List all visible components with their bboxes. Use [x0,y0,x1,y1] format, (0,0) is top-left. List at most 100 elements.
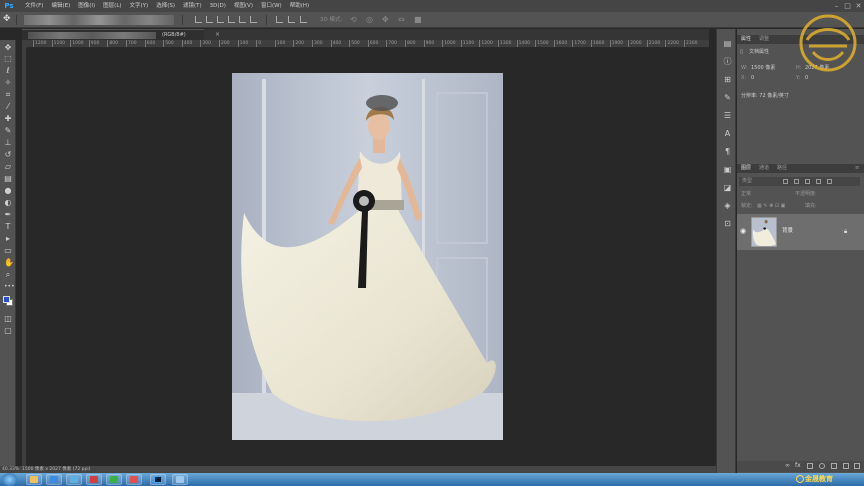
healing-brush-tool-icon[interactable]: ✚ [4,115,12,123]
width-value[interactable]: 1500 像素 [751,65,775,72]
align-right-icon[interactable] [250,16,257,23]
y-value[interactable]: 0 [805,75,808,82]
marquee-tool-icon[interactable]: ⬚ [4,55,12,63]
filter-type-icon[interactable] [805,179,810,184]
path-selection-tool-icon[interactable]: ▸ [4,235,12,243]
layer-mask-icon[interactable] [807,463,813,469]
menu-window[interactable]: 窗口(W) [257,0,286,12]
tab-adjustments[interactable]: 调整 [759,35,769,44]
move-tool-icon[interactable]: ✥ [3,15,12,24]
adjustment-layer-icon[interactable] [819,463,825,469]
info-panel-icon[interactable]: ⓘ [723,57,732,66]
lock-icons[interactable]: ▦ ✎ ✥ ⊡ ▣ [757,203,785,210]
menu-select[interactable]: 选择(S) [152,0,179,12]
3d-pan-icon[interactable]: ✥ [382,15,391,24]
align-bottom-icon[interactable] [217,16,224,23]
taskbar-app-media[interactable] [86,474,102,485]
layer-style-icon[interactable]: fx [795,463,801,469]
distribute-vcenter-icon[interactable] [288,16,295,23]
tab-paths[interactable]: 路径 [777,164,787,173]
layer-comps-icon[interactable]: ▣ [723,165,732,174]
paragraph-panel-icon[interactable]: ¶ [723,147,732,156]
x-value[interactable]: 0 [751,75,754,82]
dodge-tool-icon[interactable]: ◐ [4,199,12,207]
3d-roll-icon[interactable]: ◎ [366,15,375,24]
align-top-icon[interactable] [195,16,202,23]
align-hcenter-icon[interactable] [239,16,246,23]
minimize-button[interactable]: – [831,0,842,12]
type-tool-icon[interactable]: T [4,223,12,231]
canvas-area[interactable] [27,48,709,466]
3d-rotate-icon[interactable]: ⟲ [350,15,359,24]
history-brush-tool-icon[interactable]: ↺ [4,151,12,159]
tab-layers[interactable]: 图层 [741,164,751,173]
foreground-color-swatch[interactable] [3,296,10,303]
menu-image[interactable]: 图像(I) [74,0,99,12]
filter-smart-object-icon[interactable] [827,179,832,184]
menu-layer[interactable]: 图层(L) [99,0,125,12]
3d-panel-icon[interactable]: ◈ [723,201,732,210]
taskbar-app-green[interactable] [106,474,122,485]
taskbar-app-window[interactable] [172,474,188,485]
distribute-top-icon[interactable] [276,16,283,23]
pen-tool-icon[interactable]: ✒ [4,211,12,219]
start-button[interactable] [2,473,17,486]
document-tab[interactable]: (RGB/8#) × [22,29,220,40]
zoom-level[interactable]: 40.33% [2,466,19,473]
filter-kind-select[interactable]: 类型 [742,178,752,185]
visibility-eye-icon[interactable]: ◉ [740,227,746,236]
taskbar-app-folder[interactable] [66,474,82,485]
taskbar-app-explorer[interactable] [26,474,42,485]
tab-channels[interactable]: 通道 [759,164,769,173]
taskbar-app-photoshop[interactable] [150,474,166,485]
filter-shape-icon[interactable] [816,179,821,184]
close-window-button[interactable]: ✕ [853,0,864,12]
3d-scale-icon[interactable]: ■ [414,15,423,24]
crop-tool-icon[interactable]: ⌗ [4,91,12,99]
document-info[interactable]: 1500 像素 x 2027 像素 (72 ppi) [22,466,90,473]
filter-pixel-icon[interactable] [783,179,788,184]
clone-stamp-tool-icon[interactable]: ⊥ [4,139,12,147]
layer-name[interactable]: 背景 [782,227,793,236]
actions-panel-icon[interactable]: ⊡ [723,219,732,228]
taskbar-app-browser[interactable] [46,474,62,485]
menu-filter[interactable]: 滤镜(T) [179,0,206,12]
hand-tool-icon[interactable]: ✋ [4,259,14,267]
swatches-panel-icon[interactable]: ⊞ [723,75,732,84]
eraser-tool-icon[interactable]: ▱ [4,163,12,171]
quick-mask-icon[interactable]: ◫ [4,315,12,323]
lasso-tool-icon[interactable]: ℓ [4,67,12,75]
rectangle-tool-icon[interactable]: ▭ [4,247,12,255]
blend-mode-select[interactable]: 正常 [741,191,751,198]
zoom-tool-icon[interactable]: ⌕ [4,271,12,279]
distribute-bottom-icon[interactable] [300,16,307,23]
magic-wand-tool-icon[interactable]: ✧ [4,79,12,87]
screen-mode-icon[interactable]: ▢ [4,327,12,335]
move-tool-icon[interactable]: ✥ [4,44,12,52]
new-layer-icon[interactable] [843,463,849,469]
history-panel-icon[interactable]: ▤ [723,39,732,48]
menu-file[interactable]: 文件(F) [21,0,47,12]
menu-edit[interactable]: 编辑(E) [47,0,74,12]
menu-type[interactable]: 文字(Y) [126,0,153,12]
brush-tool-icon[interactable]: ✎ [4,127,12,135]
blur-tool-icon[interactable]: ● [4,187,12,195]
menu-3d[interactable]: 3D(D) [206,0,230,12]
brush-panel-icon[interactable]: ✎ [723,93,732,102]
menu-view[interactable]: 视图(V) [230,0,257,12]
3d-slide-icon[interactable]: ⇔ [398,15,407,24]
align-vcenter-icon[interactable] [206,16,213,23]
new-group-icon[interactable] [831,463,837,469]
delete-layer-icon[interactable] [854,463,860,469]
align-left-icon[interactable] [228,16,235,23]
gradient-tool-icon[interactable]: ▤ [4,175,12,183]
taskbar-app-paint[interactable] [126,474,142,485]
close-tab-icon[interactable]: × [215,30,220,40]
more-tools-icon[interactable]: ••• [4,283,15,291]
properties-panel-icon[interactable]: ◪ [723,183,732,192]
link-layers-icon[interactable]: ∞ [785,463,791,469]
filter-adjustment-icon[interactable] [794,179,799,184]
adjustments-panel-icon[interactable]: ☰ [723,111,732,120]
character-panel-icon[interactable]: A [723,129,732,138]
maximize-button[interactable]: □ [842,0,853,12]
